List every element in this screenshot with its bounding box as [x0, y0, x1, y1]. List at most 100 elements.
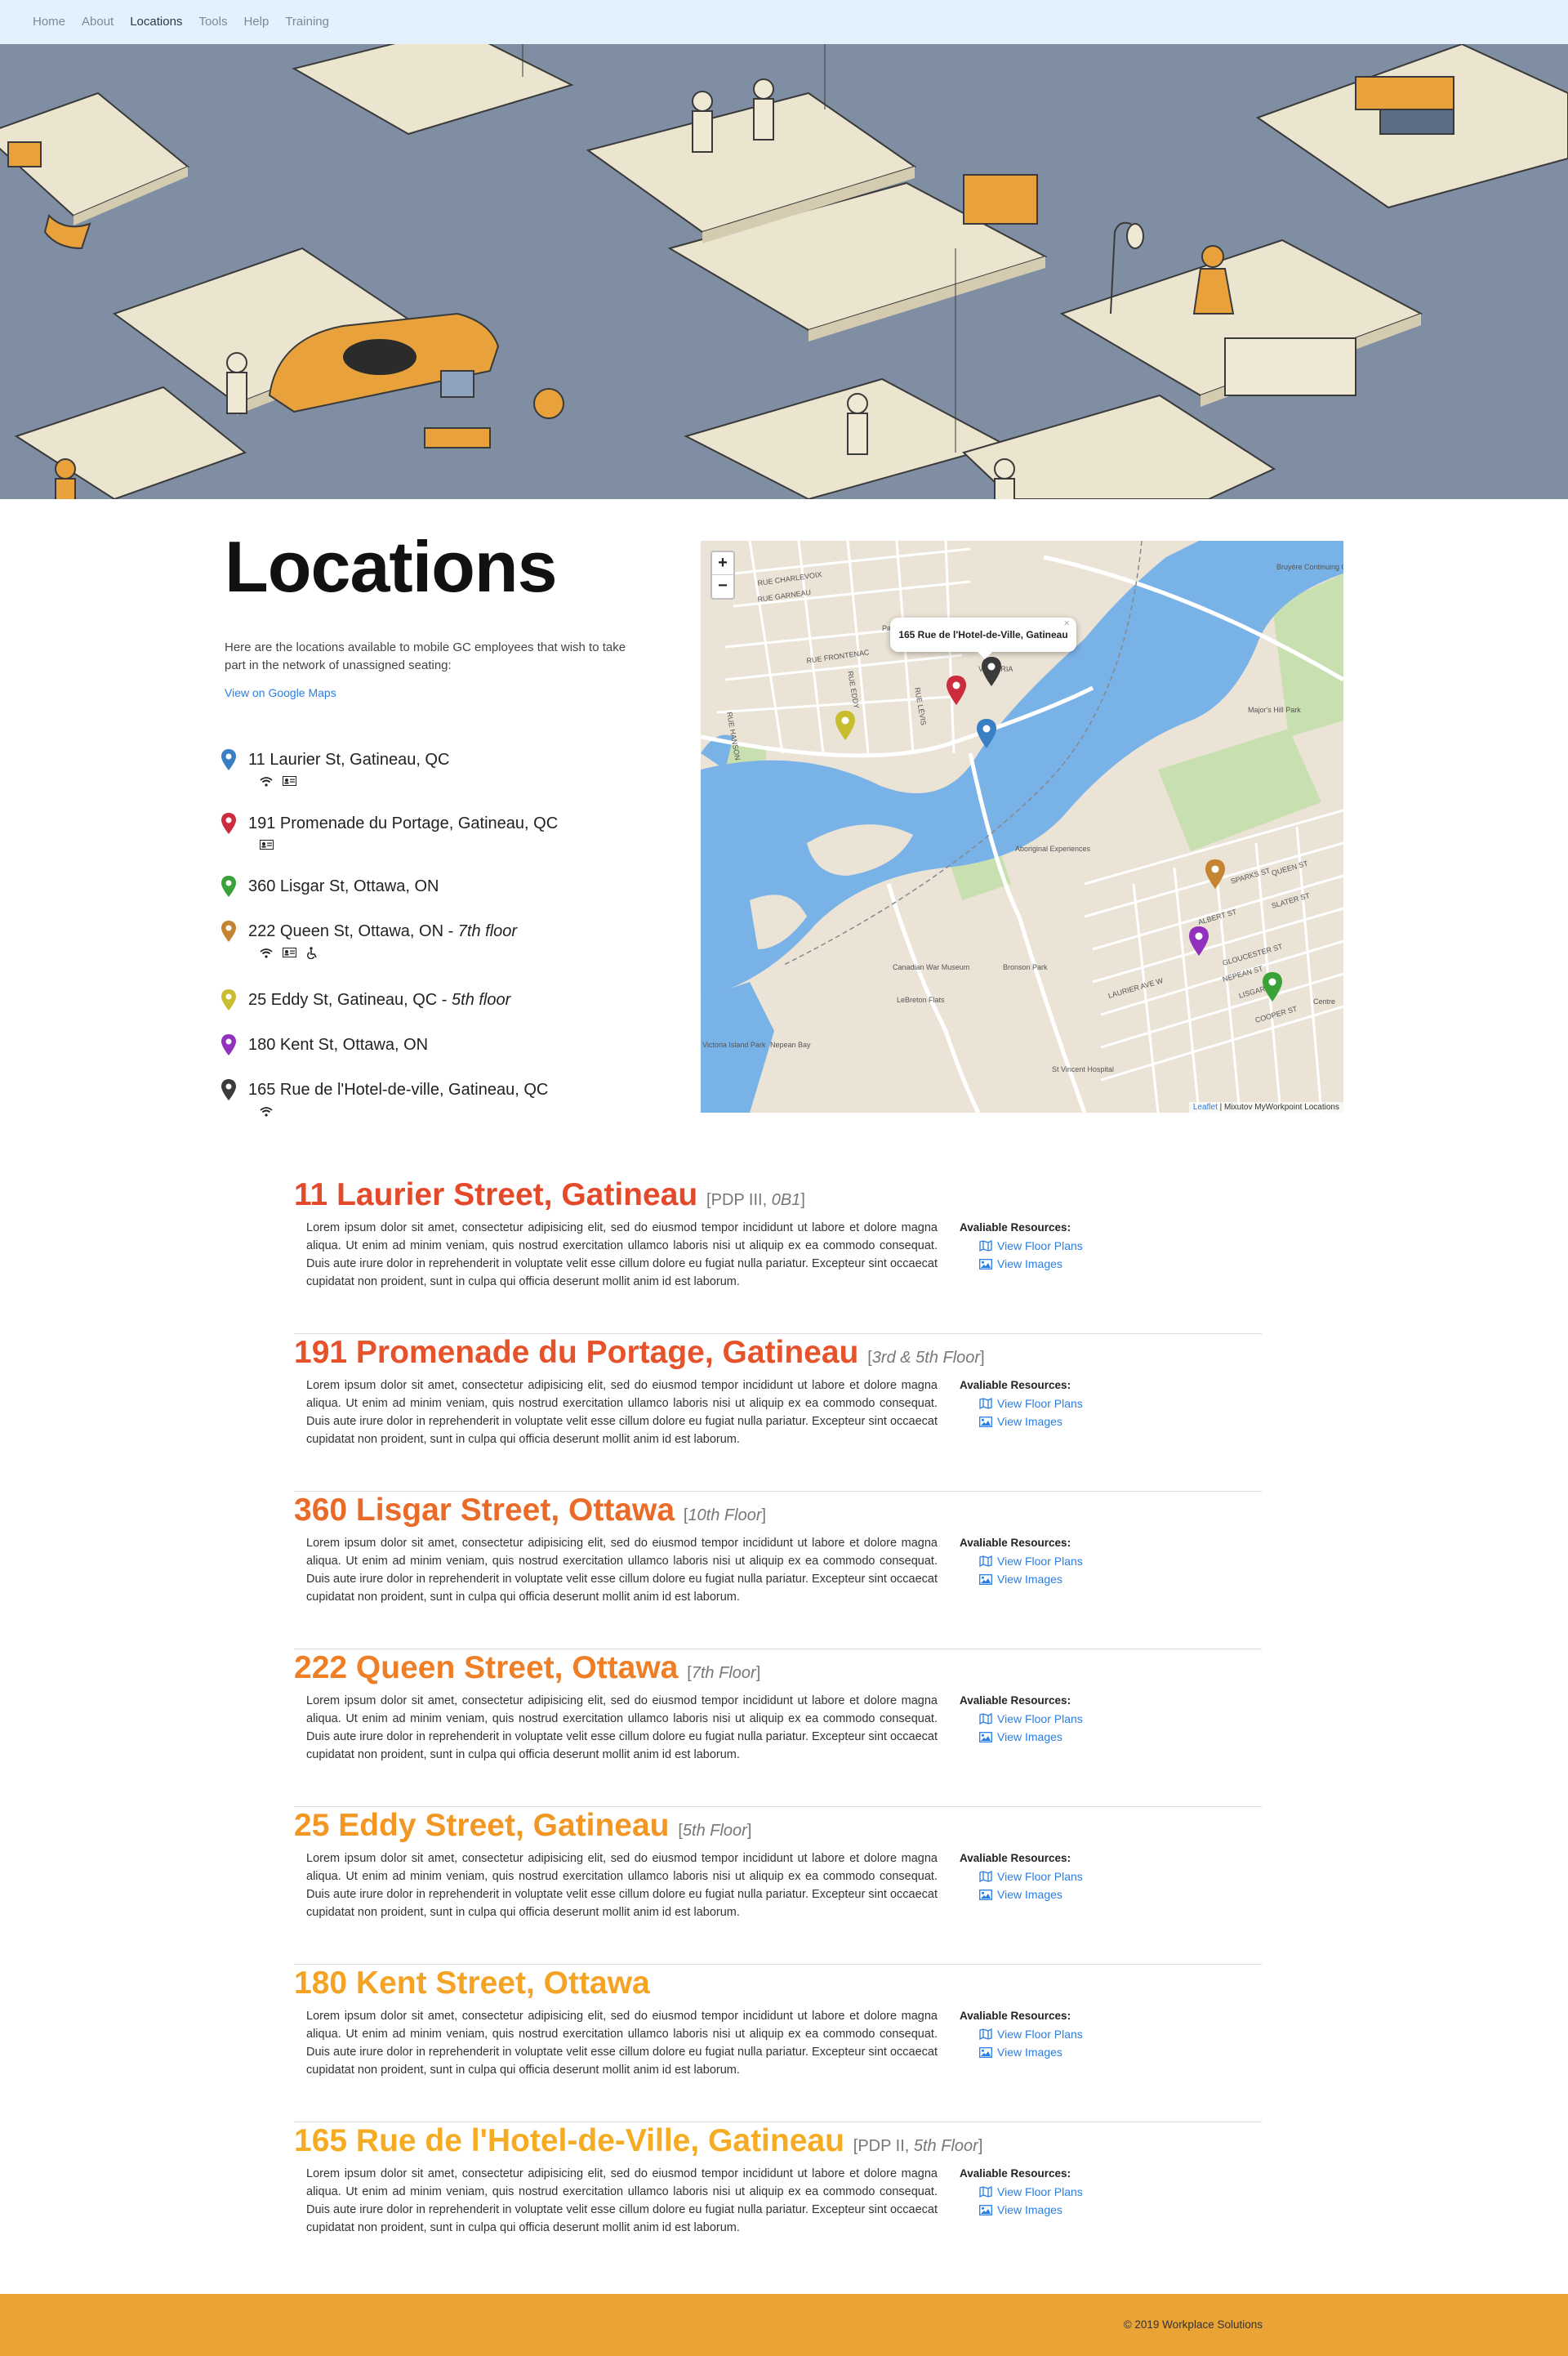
location-item[interactable]: 25 Eddy St, Gatineau, QC - 5th floor [220, 988, 645, 1033]
section-title: 180 Kent Street, Ottawa [294, 1966, 650, 2001]
svg-text:Centre: Centre [1313, 997, 1335, 1006]
nav-home-link[interactable]: Home [33, 15, 65, 29]
floor-plans-link[interactable]: View Floor Plans [960, 2025, 1164, 2043]
floor-plans-link[interactable]: View Floor Plans [960, 1710, 1164, 1728]
map-marker-black-icon[interactable] [981, 657, 1002, 686]
section-subtitle: [5th Floor] [678, 1822, 752, 1840]
floor-plans-link[interactable]: View Floor Plans [960, 1237, 1164, 1255]
attribution-text: | Mixutov MyWorkpoint Locations [1217, 1103, 1339, 1112]
map-popup-text: 165 Rue de l'Hotel-de-Ville, Gatineau [898, 629, 1068, 640]
map-marker-green-icon[interactable] [1262, 972, 1283, 1002]
section-subtitle: [3rd & 5th Floor] [867, 1349, 985, 1367]
map-marker-yellow-icon[interactable] [835, 711, 856, 740]
location-item[interactable]: 222 Queen St, Ottawa, ON - 7th floor [220, 919, 645, 988]
images-link[interactable]: View Images [960, 1412, 1164, 1430]
id-card-icon [283, 776, 296, 786]
location-name: 165 Rue de l'Hotel-de-ville, Gatineau, Q… [248, 1081, 549, 1099]
nav-links: Home About Locations Tools Help Training [33, 15, 345, 29]
locations-map[interactable]: RUE CHARLEVOIX RUE GARNEAU Parc Fontaine… [701, 541, 1343, 1113]
section-subtitle: [PDP III, 0B1] [706, 1191, 805, 1209]
image-icon [979, 1258, 992, 1269]
resources-title: Avaliable Resources: [960, 1221, 1071, 1234]
zoom-out-button[interactable]: − [712, 575, 733, 598]
map-pin-purple-icon [221, 1034, 236, 1055]
images-link[interactable]: View Images [960, 2201, 1164, 2219]
location-item[interactable]: 180 Kent St, Ottawa, ON [220, 1033, 645, 1078]
images-link[interactable]: View Images [960, 1885, 1164, 1903]
map-marker-purple-icon[interactable] [1188, 926, 1209, 956]
top-navbar: Home About Locations Tools Help Training [0, 0, 1568, 44]
location-name: 25 Eddy St, Gatineau, QC - 5th floor [248, 991, 511, 1009]
location-item[interactable]: 360 Lisgar St, Ottawa, ON [220, 874, 645, 919]
images-link[interactable]: View Images [960, 1728, 1164, 1746]
images-link[interactable]: View Images [960, 1255, 1164, 1273]
image-icon [979, 1731, 992, 1742]
nav-training-link[interactable]: Training [285, 15, 329, 29]
images-link[interactable]: View Images [960, 2043, 1164, 2061]
section-subtitle: [PDP II, 5th Floor] [853, 2137, 983, 2155]
image-icon [979, 1416, 992, 1427]
section-description: Lorem ipsum dolor sit amet, consectetur … [306, 1852, 938, 1919]
location-name: 191 Promenade du Portage, Gatineau, QC [248, 814, 559, 832]
image-icon [979, 2046, 992, 2058]
location-section: 191 Promenade du Portage, Gatineau [3rd … [294, 1334, 1262, 1492]
image-icon [979, 1573, 992, 1585]
location-section: 360 Lisgar Street, Ottawa [10th Floor] L… [294, 1492, 1262, 1649]
location-section: 165 Rue de l'Hotel-de-Ville, Gatineau [P… [294, 2122, 1262, 2280]
zoom-control: + − [710, 551, 735, 600]
map-icon [979, 1398, 992, 1409]
map-marker-blue-icon[interactable] [976, 719, 997, 748]
location-item[interactable]: 191 Promenade du Portage, Gatineau, QC [220, 811, 645, 874]
section-subtitle: [7th Floor] [687, 1664, 761, 1682]
section-description: Lorem ipsum dolor sit amet, consectetur … [306, 2167, 938, 2234]
google-maps-link[interactable]: View on Google Maps [225, 686, 649, 699]
nav-about-link[interactable]: About [82, 15, 114, 29]
map-marker-orange-icon[interactable] [1205, 859, 1226, 889]
floor-plans-link[interactable]: View Floor Plans [960, 1552, 1164, 1570]
section-subtitle: [10th Floor] [683, 1506, 767, 1524]
wifi-icon [260, 776, 273, 787]
map-pin-red-icon [221, 813, 236, 834]
amenity-icons [248, 1104, 645, 1118]
nav-tools-link[interactable]: Tools [198, 15, 227, 29]
location-details: 11 Laurier Street, Gatineau [PDP III, 0B… [294, 1176, 1262, 2280]
map-pin-blue-icon [221, 749, 236, 770]
section-description: Lorem ipsum dolor sit amet, consectetur … [306, 1221, 938, 1288]
page-title: Locations [225, 526, 558, 607]
leaflet-link[interactable]: Leaflet [1193, 1103, 1218, 1112]
zoom-in-button[interactable]: + [712, 552, 733, 575]
floor-plans-link[interactable]: View Floor Plans [960, 1394, 1164, 1412]
map-icon [979, 1555, 992, 1567]
section-title: 360 Lisgar Street, Ottawa [10th Floor] [294, 1493, 767, 1528]
section-title: 165 Rue de l'Hotel-de-Ville, Gatineau [P… [294, 2123, 983, 2158]
map-attribution: Leaflet | Mixutov MyWorkpoint Locations [1188, 1102, 1343, 1113]
resources: Avaliable Resources: View Floor Plans Vi… [960, 1219, 1164, 1273]
wheelchair-icon [307, 946, 317, 959]
images-link[interactable]: View Images [960, 1570, 1164, 1588]
svg-text:LeBreton Flats: LeBreton Flats [897, 996, 945, 1004]
popup-tip [977, 651, 993, 659]
location-item[interactable]: 165 Rue de l'Hotel-de-ville, Gatineau, Q… [220, 1078, 645, 1127]
nav-locations-link[interactable]: Locations [130, 15, 182, 29]
location-item[interactable]: 11 Laurier St, Gatineau, QC [220, 747, 645, 811]
floor-plans-link[interactable]: View Floor Plans [960, 2183, 1164, 2201]
nav-help-link[interactable]: Help [243, 15, 269, 29]
intro: Locations Here are the locations availab… [225, 526, 649, 700]
map-popup: 165 Rue de l'Hotel-de-Ville, Gatineau × [890, 617, 1076, 659]
section-title: 222 Queen Street, Ottawa [7th Floor] [294, 1650, 761, 1685]
svg-text:Major's Hill Park: Major's Hill Park [1248, 706, 1301, 714]
resources-title: Avaliable Resources: [960, 1379, 1071, 1391]
location-section: 222 Queen Street, Ottawa [7th Floor] Lor… [294, 1649, 1262, 1807]
popup-close-button[interactable]: × [1063, 606, 1070, 640]
wifi-icon [260, 1106, 273, 1117]
section-title: 11 Laurier Street, Gatineau [PDP III, 0B… [294, 1177, 805, 1212]
floor-plans-link[interactable]: View Floor Plans [960, 1867, 1164, 1885]
resources: Avaliable Resources: View Floor Plans Vi… [960, 1850, 1164, 1903]
section-description: Lorem ipsum dolor sit amet, consectetur … [306, 1379, 938, 1446]
svg-text:Canadian War Museum: Canadian War Museum [893, 963, 969, 971]
resources-title: Avaliable Resources: [960, 1852, 1071, 1864]
location-section: 180 Kent Street, Ottawa Lorem ipsum dolo… [294, 1965, 1262, 2122]
hero-illustration [0, 44, 1568, 499]
resources: Avaliable Resources: View Floor Plans Vi… [960, 1377, 1164, 1430]
map-marker-red-icon[interactable] [946, 676, 967, 705]
